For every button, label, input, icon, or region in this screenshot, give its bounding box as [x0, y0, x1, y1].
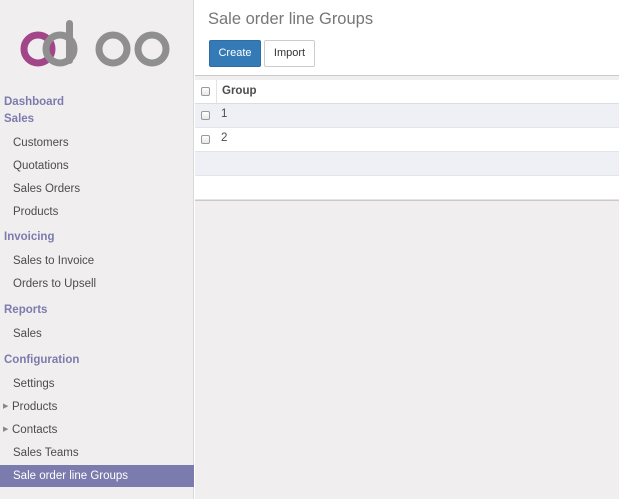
select-all-column	[195, 80, 217, 103]
empty-row	[195, 176, 619, 200]
table-row[interactable]: 1	[195, 104, 619, 128]
page-title: Sale order line Groups	[208, 10, 374, 28]
sidebar-item-sales-to-invoice[interactable]: Sales to Invoice	[0, 250, 194, 272]
list-header: Group	[195, 80, 619, 104]
control-panel: Sale order line Groups Create Import	[195, 0, 619, 76]
cell-group: 2	[221, 132, 228, 144]
row-checkbox[interactable]	[201, 135, 210, 144]
row-checkbox[interactable]	[201, 111, 210, 120]
caret-right-icon: ▶	[3, 403, 9, 410]
sidebar-item-sales-orders[interactable]: Sales Orders	[0, 178, 194, 200]
sidebar-item-quotations[interactable]: Quotations	[0, 155, 194, 177]
sidebar-item-label: Products	[12, 401, 58, 413]
select-all-checkbox[interactable]	[201, 87, 210, 96]
import-button[interactable]: Import	[264, 40, 315, 67]
sidebar-item-config-products[interactable]: ▶ Products	[0, 396, 194, 418]
sidebar-item-products[interactable]: Products	[0, 201, 194, 223]
main-content: Sale order line Groups Create Import Gro…	[195, 0, 619, 499]
sidebar: Dashboard Sales Customers Quotations Sal…	[0, 0, 194, 499]
odoo-logo-icon	[20, 20, 170, 67]
sidebar-item-orders-to-upsell[interactable]: Orders to Upsell	[0, 273, 194, 295]
menu-section-invoicing: Invoicing	[4, 231, 55, 243]
empty-row	[195, 152, 619, 176]
sidebar-item-sales-teams[interactable]: Sales Teams	[0, 442, 194, 464]
menu-section-dashboard[interactable]: Dashboard	[4, 96, 64, 108]
column-header-group[interactable]: Group	[222, 85, 257, 97]
cell-group: 1	[221, 108, 228, 120]
sidebar-item-contacts[interactable]: ▶ Contacts	[0, 419, 194, 441]
menu-section-reports: Reports	[4, 304, 48, 316]
caret-right-icon: ▶	[3, 426, 9, 433]
menu-section-sales: Sales	[4, 113, 35, 125]
list-view: Group 1 2	[195, 80, 619, 201]
sidebar-item-settings[interactable]: Settings	[0, 373, 194, 395]
sidebar-item-label: Contacts	[12, 424, 58, 436]
odoo-logo[interactable]	[18, 16, 174, 72]
create-button[interactable]: Create	[209, 40, 261, 67]
menu-section-configuration: Configuration	[4, 354, 80, 366]
sidebar-item-reports-sales[interactable]: Sales	[0, 323, 194, 345]
sidebar-item-customers[interactable]: Customers	[0, 132, 194, 154]
sidebar-item-sale-order-line-groups[interactable]: Sale order line Groups	[0, 465, 194, 487]
table-row[interactable]: 2	[195, 128, 619, 152]
